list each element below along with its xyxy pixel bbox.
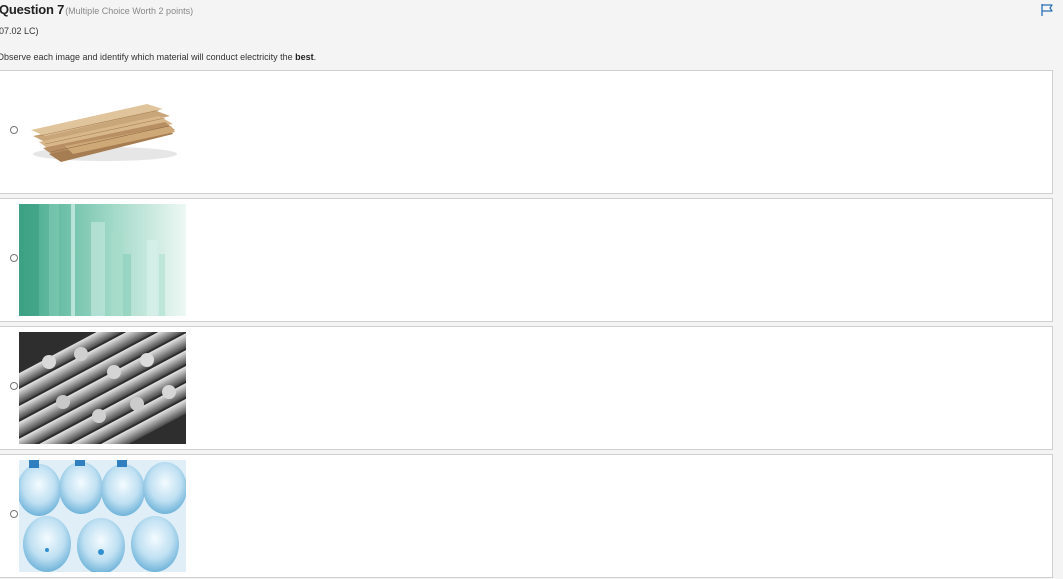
question-code: 07.02 LC) <box>0 26 39 36</box>
plastic-bottles-image <box>19 460 186 572</box>
question-worth: (Multiple Choice Worth 2 points) <box>65 6 194 16</box>
choice-3-radio[interactable] <box>10 382 18 390</box>
glass-panes-image <box>19 204 186 316</box>
question-title: Question 7 <box>0 2 65 17</box>
prompt-text: Observe each image and identify which ma… <box>0 52 296 62</box>
choice-4-radio[interactable] <box>10 510 18 518</box>
wood-planks-image <box>19 76 186 188</box>
choice-2[interactable] <box>0 198 1053 322</box>
choice-1[interactable] <box>0 70 1053 194</box>
choice-4[interactable] <box>0 454 1053 578</box>
flag-icon[interactable] <box>1040 3 1054 17</box>
prompt-emphasis: best <box>295 52 314 62</box>
choice-1-radio[interactable] <box>10 126 18 134</box>
question-prompt: Observe each image and identify which ma… <box>0 52 316 62</box>
question-page: Question 7 (Multiple Choice Worth 2 poin… <box>0 0 1063 579</box>
choice-2-radio[interactable] <box>10 254 18 262</box>
prompt-suffix: . <box>313 52 317 62</box>
choice-3[interactable] <box>0 326 1053 450</box>
metal-rods-image <box>19 332 186 444</box>
question-header: Question 7 (Multiple Choice Worth 2 poin… <box>0 2 193 20</box>
